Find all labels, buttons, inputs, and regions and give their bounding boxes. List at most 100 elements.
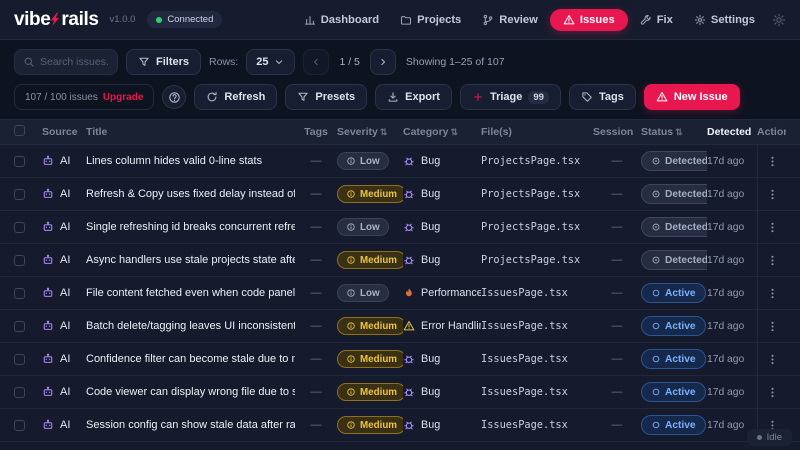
select-all-checkbox[interactable]	[14, 125, 25, 136]
agent-status-label: Idle	[766, 432, 782, 443]
funnel-icon	[297, 91, 309, 103]
severity-badge: Medium	[337, 383, 403, 401]
search-input[interactable]	[40, 56, 109, 68]
nav-fix[interactable]: Fix	[631, 9, 682, 31]
tags-button[interactable]: Tags	[568, 84, 636, 110]
help-button[interactable]	[162, 85, 187, 109]
row-actions-menu[interactable]	[766, 287, 779, 300]
row-actions-menu[interactable]	[766, 353, 779, 366]
col-severity[interactable]: Severity ⇅	[337, 126, 403, 138]
file-cell[interactable]: IssuesPage.tsx	[481, 287, 593, 299]
col-detected[interactable]: Detected	[707, 126, 757, 138]
theme-toggle[interactable]	[772, 13, 786, 27]
sort-icon: ⇅	[450, 127, 459, 137]
row-checkbox[interactable]	[14, 353, 25, 365]
sun-icon	[772, 13, 786, 27]
triage-button[interactable]: Triage 99	[459, 84, 561, 110]
row-checkbox[interactable]	[14, 155, 25, 167]
status-icon	[651, 189, 661, 199]
row-actions-menu[interactable]	[766, 320, 779, 333]
presets-button[interactable]: Presets	[285, 84, 368, 110]
severity-label: Medium	[360, 254, 398, 266]
issue-title[interactable]: File content fetched even when code pane…	[86, 287, 295, 299]
severity-badge: Medium	[337, 317, 403, 335]
source-cell: AI	[42, 386, 86, 398]
file-cell[interactable]: IssuesPage.tsx	[481, 353, 593, 365]
table-row[interactable]: AI File content fetched even when code pa…	[0, 277, 800, 310]
connected-dot-icon	[156, 16, 163, 23]
issue-title[interactable]: Batch delete/tagging leaves UI inconsist…	[86, 320, 295, 332]
row-actions-menu[interactable]	[766, 254, 779, 267]
col-category[interactable]: Category ⇅	[403, 126, 481, 138]
file-cell[interactable]: ProjectsPage.tsx	[481, 254, 593, 266]
app-logo: vibe rails	[14, 9, 99, 31]
row-actions-menu[interactable]	[766, 155, 779, 168]
filters-button[interactable]: Filters	[126, 49, 202, 75]
issue-title[interactable]: Code viewer can display wrong file due t…	[86, 386, 295, 398]
table-row[interactable]: AI Code viewer can display wrong file due…	[0, 376, 800, 409]
file-cell[interactable]: ProjectsPage.tsx	[481, 221, 593, 233]
issue-title[interactable]: Async handlers use stale projects state …	[86, 254, 295, 266]
row-checkbox[interactable]	[14, 188, 25, 200]
table-row[interactable]: AI Confidence filter can become stale due…	[0, 343, 800, 376]
row-checkbox[interactable]	[14, 419, 25, 431]
file-cell[interactable]: ProjectsPage.tsx	[481, 155, 593, 167]
row-checkbox[interactable]	[14, 320, 25, 332]
table-row[interactable]: AI Single refreshing id breaks concurrent…	[0, 211, 800, 244]
table-row[interactable]: AI Refresh & Copy uses fixed delay instea…	[0, 178, 800, 211]
new-issue-button[interactable]: New Issue	[643, 84, 740, 110]
issue-title[interactable]: Lines column hides valid 0-line stats	[86, 155, 295, 167]
row-actions-menu[interactable]	[766, 221, 779, 234]
severity-label: Low	[360, 287, 380, 299]
table-row[interactable]: AI Session config can show stale data aft…	[0, 409, 800, 442]
logo-text-left: vibe	[14, 8, 51, 30]
issue-title[interactable]: Confidence filter can become stale due t…	[86, 353, 295, 365]
file-cell[interactable]: ProjectsPage.tsx	[481, 188, 593, 200]
nav-review[interactable]: Review	[473, 9, 547, 31]
row-checkbox[interactable]	[14, 287, 25, 299]
nav-settings[interactable]: Settings	[685, 9, 764, 31]
nav-label: Fix	[656, 13, 673, 26]
row-actions-menu[interactable]	[766, 188, 779, 201]
row-checkbox[interactable]	[14, 221, 25, 233]
info-icon	[346, 222, 356, 232]
issue-title[interactable]: Single refreshing id breaks concurrent r…	[86, 221, 295, 233]
nav-projects[interactable]: Projects	[391, 9, 470, 31]
file-cell[interactable]: IssuesPage.tsx	[481, 386, 593, 398]
triage-count-badge: 99	[528, 90, 549, 104]
file-cell[interactable]: IssuesPage.tsx	[481, 419, 593, 431]
row-actions-menu[interactable]	[766, 386, 779, 399]
nav-issues[interactable]: Issues	[549, 8, 628, 31]
issue-title[interactable]: Session config can show stale data after…	[86, 419, 295, 431]
prev-page-button[interactable]	[303, 49, 330, 75]
col-session: Session	[593, 126, 634, 138]
source-cell: AI	[42, 287, 86, 299]
showing-count-text: Showing 1–25 of 107	[405, 56, 505, 68]
row-checkbox[interactable]	[14, 386, 25, 398]
file-cell[interactable]: IssuesPage.tsx	[481, 320, 593, 332]
source-cell: AI	[42, 419, 86, 431]
session-cell: —	[611, 188, 623, 200]
rows-per-page-select[interactable]: 25	[246, 49, 296, 75]
table-row[interactable]: AI Batch delete/tagging leaves UI inconsi…	[0, 310, 800, 343]
category-label: Bug	[421, 254, 441, 266]
table-row[interactable]: AI Lines column hides valid 0-line stats —…	[0, 145, 800, 178]
next-page-button[interactable]	[369, 49, 396, 75]
chart-icon	[304, 14, 316, 26]
source-label: AI	[60, 386, 71, 398]
category-cell: Bug	[403, 188, 481, 200]
severity-label: Low	[360, 155, 380, 167]
table-row[interactable]: AI Async handlers use stale projects stat…	[0, 244, 800, 277]
table-row-partial	[0, 442, 800, 450]
status-label: Detected	[665, 221, 707, 233]
nav-dashboard[interactable]: Dashboard	[295, 9, 388, 31]
row-checkbox[interactable]	[14, 254, 25, 266]
dots-vertical-icon	[766, 287, 779, 300]
chevron-left-icon	[310, 56, 322, 68]
refresh-button[interactable]: Refresh	[194, 84, 278, 110]
issue-title[interactable]: Refresh & Copy uses fixed delay instead …	[86, 188, 295, 200]
col-status[interactable]: Status ⇅	[641, 126, 707, 138]
export-button[interactable]: Export	[375, 84, 452, 110]
severity-badge: Low	[337, 218, 389, 236]
upgrade-link[interactable]: Upgrade	[103, 92, 144, 103]
